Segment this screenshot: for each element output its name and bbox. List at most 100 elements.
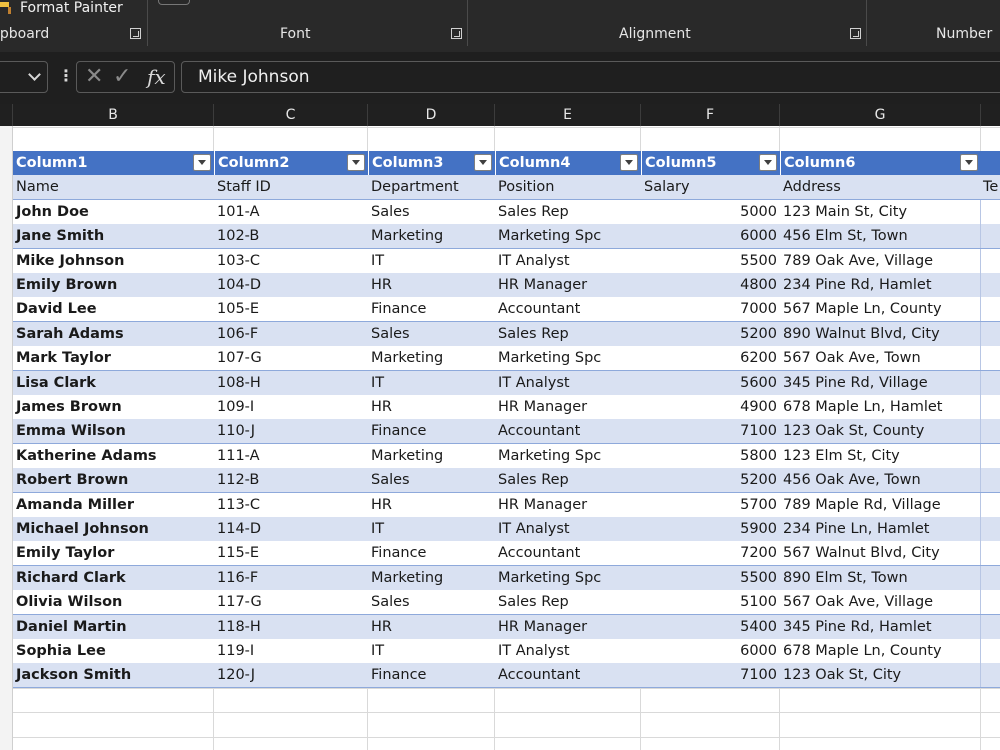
- table-cell[interactable]: Sales Rep: [495, 322, 641, 346]
- table-cell[interactable]: Department: [368, 175, 495, 199]
- table-row[interactable]: Richard Clark 116-F Marketing Marketing Spc…: [13, 566, 1000, 591]
- table-cell[interactable]: 7100: [641, 419, 780, 443]
- clipboard-dialog-launcher-icon[interactable]: [130, 28, 141, 39]
- table-cell[interactable]: 890 Elm St, Town: [780, 566, 981, 590]
- chevron-down-icon[interactable]: [28, 68, 41, 81]
- table-cell[interactable]: 567 Oak Ave, Village: [780, 590, 981, 614]
- table-cell[interactable]: Sales: [368, 322, 495, 346]
- table-cell[interactable]: Sales Rep: [495, 200, 641, 224]
- table-cell[interactable]: [980, 444, 1000, 468]
- table-cell[interactable]: Lisa Clark: [13, 371, 214, 395]
- table-cell[interactable]: [980, 419, 1000, 443]
- table-cell[interactable]: 101-A: [214, 200, 368, 224]
- table-cell[interactable]: Salary: [641, 175, 780, 199]
- table-cell[interactable]: [980, 346, 1000, 370]
- table-cell[interactable]: 5700: [641, 493, 780, 517]
- column-header-d[interactable]: D: [368, 104, 495, 126]
- column-header-f[interactable]: F: [641, 104, 780, 126]
- table-header-cell[interactable]: Column6: [780, 151, 981, 175]
- table-cell[interactable]: [980, 493, 1000, 517]
- table-cell[interactable]: 5100: [641, 590, 780, 614]
- table-cell[interactable]: 7100: [641, 663, 780, 687]
- table-cell[interactable]: Katherine Adams: [13, 444, 214, 468]
- table-cell[interactable]: 110-J: [214, 419, 368, 443]
- table-cell[interactable]: 5200: [641, 468, 780, 492]
- table-row[interactable]: Emily Taylor 115-E Finance Accountant 7200 56…: [13, 541, 1000, 566]
- table-cell[interactable]: Jane Smith: [13, 224, 214, 248]
- table-cell[interactable]: 118-H: [214, 615, 368, 639]
- table-cell[interactable]: HR: [368, 395, 495, 419]
- table-cell[interactable]: HR: [368, 273, 495, 297]
- table-header-cell[interactable]: Column2: [214, 151, 368, 175]
- table-cell[interactable]: 5000: [641, 200, 780, 224]
- table-cell[interactable]: Marketing: [368, 224, 495, 248]
- filter-dropdown-icon[interactable]: [193, 154, 211, 171]
- row-header-gutter[interactable]: [0, 126, 13, 750]
- table-cell[interactable]: 115-E: [214, 541, 368, 565]
- table-cell[interactable]: 4800: [641, 273, 780, 297]
- name-box[interactable]: [0, 61, 48, 93]
- table-cell[interactable]: [980, 322, 1000, 346]
- table-cell[interactable]: HR Manager: [495, 395, 641, 419]
- table-cell[interactable]: 6000: [641, 224, 780, 248]
- ribbon-button-stub[interactable]: [158, 0, 190, 5]
- table-cell[interactable]: 123 Main St, City: [780, 200, 981, 224]
- table-cell[interactable]: IT Analyst: [495, 249, 641, 273]
- table-cell[interactable]: 119-I: [214, 639, 368, 663]
- more-options-icon[interactable]: ⋮: [58, 66, 74, 85]
- table-cell[interactable]: Amanda Miller: [13, 493, 214, 517]
- insert-function-icon[interactable]: fx: [147, 65, 166, 89]
- column-header-g[interactable]: G: [780, 104, 981, 126]
- table-cell[interactable]: IT Analyst: [495, 517, 641, 541]
- table-row[interactable]: Mark Taylor 107-G Marketing Marketing Spc 62…: [13, 346, 1000, 371]
- table-cell[interactable]: [980, 615, 1000, 639]
- table-cell[interactable]: 116-F: [214, 566, 368, 590]
- table-cell[interactable]: Finance: [368, 663, 495, 687]
- table-cell[interactable]: IT: [368, 371, 495, 395]
- table-cell[interactable]: 7200: [641, 541, 780, 565]
- table-cell[interactable]: 117-G: [214, 590, 368, 614]
- table-row[interactable]: Jane Smith 102-B Marketing Marketing Spc 600…: [13, 224, 1000, 249]
- table-cell[interactable]: Marketing Spc: [495, 566, 641, 590]
- table-cell[interactable]: [980, 639, 1000, 663]
- table-cell[interactable]: 113-C: [214, 493, 368, 517]
- table-cell[interactable]: [980, 371, 1000, 395]
- table-row[interactable]: John Doe 101-A Sales Sales Rep 5000 123 Main …: [13, 200, 1000, 225]
- table-cell[interactable]: 123 Oak St, City: [780, 663, 981, 687]
- cancel-icon[interactable]: ✕: [85, 64, 103, 89]
- table-cell[interactable]: 567 Oak Ave, Town: [780, 346, 981, 370]
- table-cell[interactable]: Sales: [368, 200, 495, 224]
- table-row[interactable]: Lisa Clark 108-H IT IT Analyst 5600 345 Pine …: [13, 371, 1000, 396]
- table-cell[interactable]: 104-D: [214, 273, 368, 297]
- table-cell[interactable]: 105-E: [214, 297, 368, 321]
- table-cell[interactable]: Marketing Spc: [495, 224, 641, 248]
- filter-dropdown-icon[interactable]: [960, 154, 978, 171]
- worksheet-grid[interactable]: Column1 Column2 Column3 Column4 Column5 Colum…: [0, 126, 1000, 750]
- table-cell[interactable]: Mike Johnson: [13, 249, 214, 273]
- table-row[interactable]: Amanda Miller 113-C HR HR Manager 5700 789 Ma…: [13, 493, 1000, 518]
- table-cell[interactable]: [980, 517, 1000, 541]
- table-cell[interactable]: Sales: [368, 590, 495, 614]
- table-cell[interactable]: Emma Wilson: [13, 419, 214, 443]
- table-row[interactable]: Olivia Wilson 117-G Sales Sales Rep 5100 567 …: [13, 590, 1000, 615]
- table-cell[interactable]: Richard Clark: [13, 566, 214, 590]
- column-header-e[interactable]: E: [495, 104, 641, 126]
- table-row[interactable]: Robert Brown 112-B Sales Sales Rep 5200 456 O…: [13, 468, 1000, 493]
- table-cell[interactable]: Staff ID: [214, 175, 368, 199]
- table-cell[interactable]: 890 Walnut Blvd, City: [780, 322, 981, 346]
- table-cell[interactable]: 123 Oak St, County: [780, 419, 981, 443]
- table-cell[interactable]: 678 Maple Ln, County: [780, 639, 981, 663]
- table-cell[interactable]: Position: [495, 175, 641, 199]
- table-cell[interactable]: 103-C: [214, 249, 368, 273]
- table-cell[interactable]: 120-J: [214, 663, 368, 687]
- table-cell[interactable]: 5200: [641, 322, 780, 346]
- table-cell[interactable]: 567 Walnut Blvd, City: [780, 541, 981, 565]
- enter-icon[interactable]: ✓: [113, 64, 131, 89]
- table-cell[interactable]: 789 Maple Rd, Village: [780, 493, 981, 517]
- font-dialog-launcher-icon[interactable]: [451, 28, 462, 39]
- table-cell[interactable]: [980, 249, 1000, 273]
- table-cell[interactable]: Emily Brown: [13, 273, 214, 297]
- table-cell[interactable]: Marketing Spc: [495, 346, 641, 370]
- table-row[interactable]: James Brown 109-I HR HR Manager 4900 678 Mapl…: [13, 395, 1000, 420]
- table-cell[interactable]: Sales Rep: [495, 590, 641, 614]
